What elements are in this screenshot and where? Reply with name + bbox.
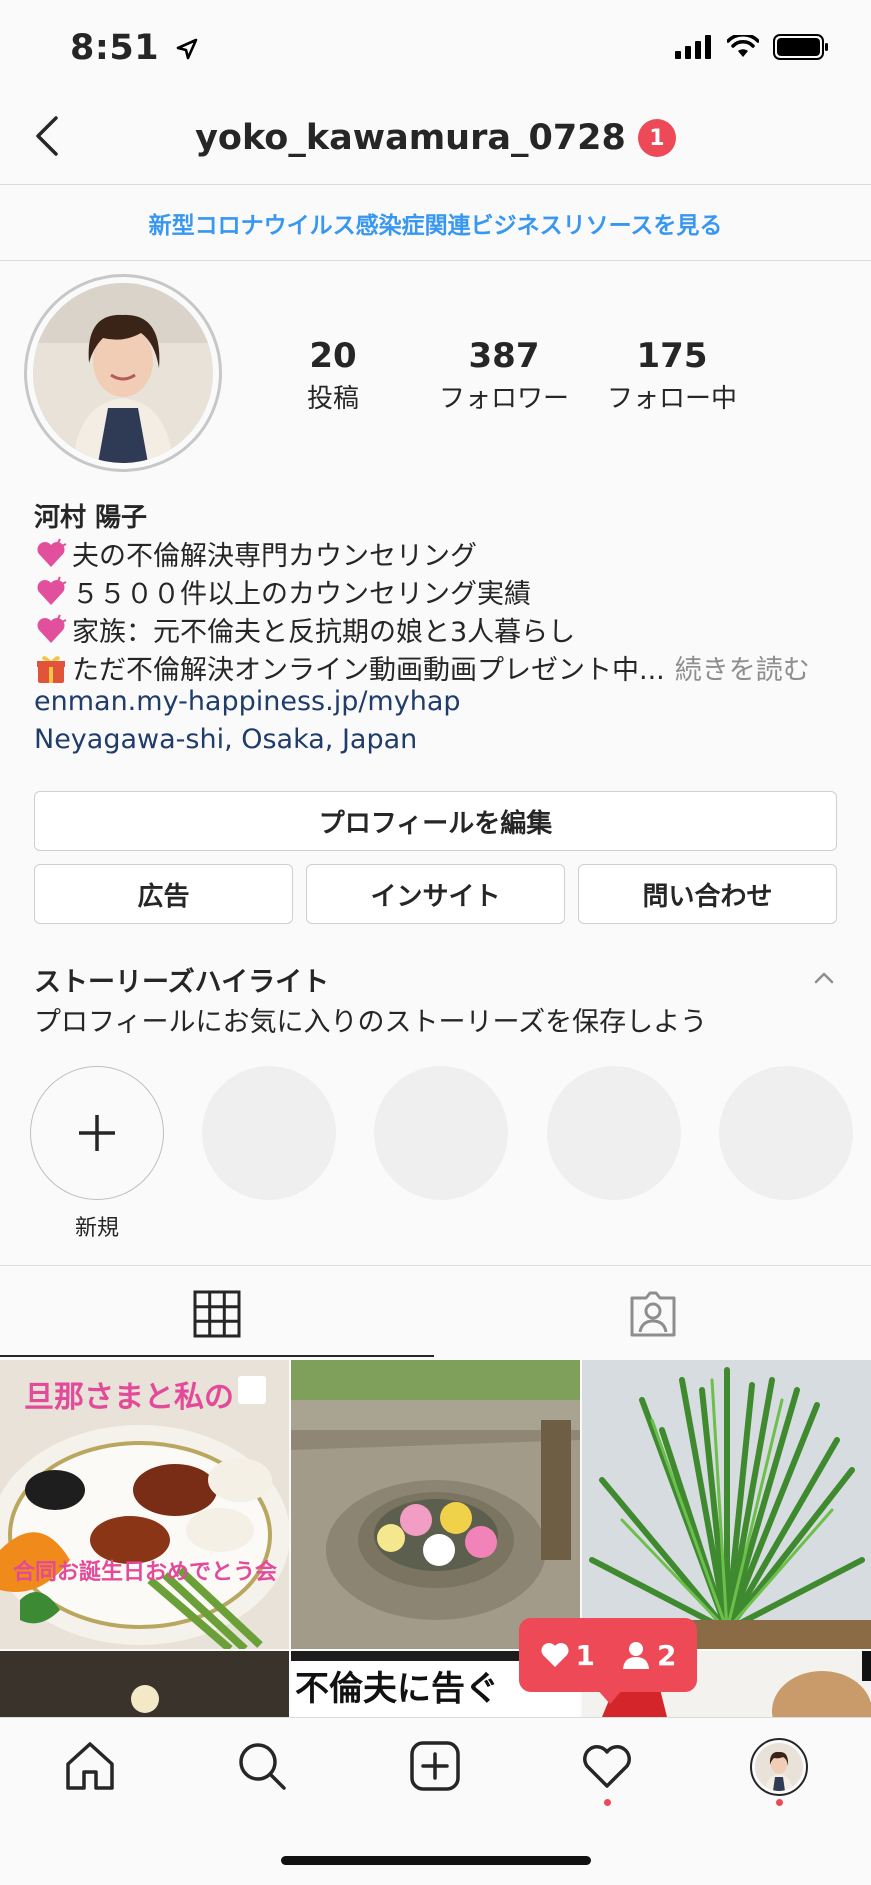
post-thumbnail[interactable]	[291, 1360, 580, 1649]
bio-text: ただ不倫解決オンライン動画動画プレゼント中...	[72, 655, 665, 686]
activity-notification-bubble[interactable]: 1 2	[519, 1618, 697, 1692]
carousel-icon	[238, 1376, 266, 1404]
highlights-title: ストーリーズハイライト	[34, 967, 330, 998]
post-thumbnail[interactable]	[582, 1360, 871, 1649]
followers-label: フォロワー	[438, 384, 569, 414]
tab-tagged[interactable]	[628, 1290, 678, 1342]
location-arrow-icon	[176, 38, 198, 60]
bio-line: ただ不倫解決オンライン動画動画プレゼント中... 続きを読む	[34, 648, 810, 687]
followers-count[interactable]: 387 フォロワー	[424, 336, 584, 415]
user-filled-icon	[623, 1642, 649, 1669]
nav-new-post[interactable]	[409, 1740, 461, 1796]
profile-username: yoko_kawamura_0728	[195, 118, 626, 158]
highlight-placeholder	[202, 1066, 336, 1200]
new-highlight-button[interactable]	[30, 1066, 164, 1200]
followers-value: 387	[468, 336, 540, 376]
post-caption: 旦那さまと私の	[24, 1380, 234, 1415]
likes-count: 1	[575, 1638, 595, 1672]
pink-heart-icon	[37, 538, 67, 567]
profile-avatar[interactable]	[24, 274, 222, 472]
heart-icon	[583, 1745, 631, 1788]
status-indicators	[675, 34, 829, 60]
covid-resources-link[interactable]: 新型コロナウイルス感染症関連ビジネスリソースを見る	[0, 185, 871, 261]
highlights-subtitle: プロフィールにお気に入りのストーリーズを保存しよう	[34, 1007, 708, 1038]
home-icon	[66, 1742, 114, 1790]
likes-activity: 1	[540, 1639, 595, 1672]
post-caption: 合同お誕生日おめでとう会	[12, 1560, 277, 1585]
bio-text: ５５００件以上のカウンセリング実績	[72, 579, 531, 610]
post-thumbnail[interactable]	[0, 1651, 289, 1717]
post-caption: 不倫夫に告ぐ	[295, 1669, 499, 1709]
location-link[interactable]: Neyagawa-shi, Osaka, Japan	[34, 724, 417, 755]
username-switcher[interactable]: yoko_kawamura_0728 1	[0, 118, 871, 158]
new-highlight-label: 新規	[74, 1216, 119, 1241]
read-more-link[interactable]: 続きを読む	[675, 648, 810, 687]
heart-filled-icon	[541, 1643, 569, 1667]
bubble-tail	[596, 1688, 624, 1704]
ads-button[interactable]: 広告	[34, 864, 293, 924]
following-label: フォロー中	[606, 384, 737, 414]
highlight-placeholder	[374, 1066, 508, 1200]
nav-activity[interactable]	[581, 1740, 633, 1796]
following-count[interactable]: 175 フォロー中	[592, 336, 752, 415]
add-post-icon	[410, 1741, 460, 1791]
active-tab-indicator	[0, 1355, 434, 1357]
collapse-highlights-button[interactable]	[813, 970, 835, 989]
pink-heart-icon	[37, 576, 67, 605]
following-value: 175	[636, 336, 708, 376]
bio-text: 家族：元不倫夫と反抗期の娘と3人暮らし	[72, 617, 576, 648]
wifi-icon	[727, 35, 759, 57]
posts-count[interactable]: 20 投稿	[283, 336, 383, 415]
plus-icon	[79, 1115, 115, 1151]
bio-line: 家族：元不倫夫と反抗期の娘と3人暮らし	[34, 610, 575, 649]
tagged-user-icon	[630, 1291, 676, 1337]
follows-activity: 2	[621, 1639, 676, 1672]
avatar-photo	[33, 283, 213, 463]
bio-line: 夫の不倫解決専門カウンセリング	[34, 534, 477, 573]
highlight-placeholder	[719, 1066, 853, 1200]
cellular-signal-icon	[675, 35, 711, 59]
post-thumbnail[interactable]: 旦那さまと私の 合同お誕生日おめでとう会	[0, 1360, 289, 1649]
activity-dot	[604, 1799, 611, 1806]
nav-profile[interactable]	[750, 1738, 808, 1796]
gift-icon	[37, 655, 65, 683]
grid-icon	[193, 1290, 241, 1338]
pink-heart-icon	[37, 614, 67, 643]
bio-line: ５５００件以上のカウンセリング実績	[34, 572, 531, 611]
nav-search[interactable]	[236, 1740, 288, 1796]
notification-badge: 1	[637, 119, 676, 157]
follows-count: 2	[657, 1638, 677, 1672]
website-link[interactable]: enman.my-happiness.jp/myhap	[34, 686, 461, 717]
battery-icon	[773, 34, 828, 60]
profile-tabs	[0, 1265, 871, 1358]
chevron-up-icon	[814, 972, 834, 984]
profile-tab-avatar	[755, 1743, 803, 1791]
posts-label: 投稿	[306, 384, 359, 414]
tab-grid[interactable]	[193, 1290, 241, 1342]
profile-dot	[776, 1799, 783, 1806]
home-indicator	[281, 1856, 591, 1865]
bio-text: 夫の不倫解決専門カウンセリング	[72, 541, 477, 572]
edit-profile-button[interactable]: プロフィールを編集	[34, 791, 837, 851]
highlight-placeholder	[547, 1066, 681, 1200]
status-time: 8:51	[70, 28, 198, 68]
search-icon	[239, 1743, 286, 1790]
contact-button[interactable]: 問い合わせ	[578, 864, 837, 924]
insights-button[interactable]: インサイト	[306, 864, 565, 924]
profile-header: yoko_kawamura_0728 1	[0, 92, 871, 185]
profile-name: 河村 陽子	[34, 503, 148, 533]
nav-home[interactable]	[64, 1740, 116, 1796]
posts-value: 20	[309, 336, 357, 376]
